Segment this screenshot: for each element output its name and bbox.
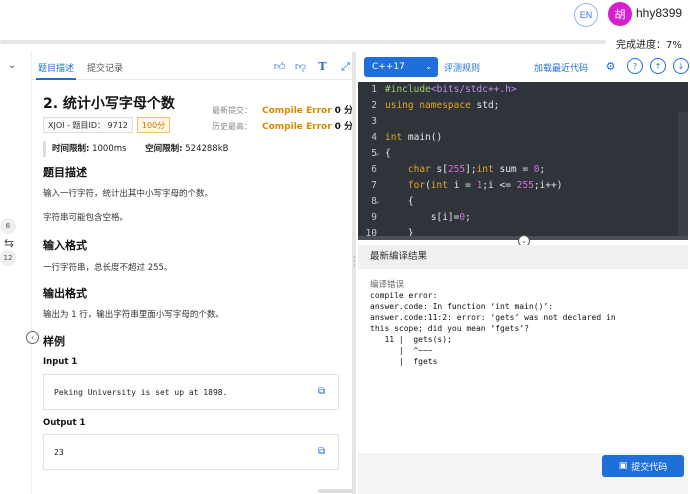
top-bar: EN 胡 hhy8399: [0, 0, 690, 30]
submit-button[interactable]: ▣ 提交代码: [602, 455, 684, 477]
input-1-label: Input 1: [43, 357, 78, 367]
description-text-2: 字符串可能包含空格。: [43, 213, 129, 223]
language-toggle-button[interactable]: EN: [574, 3, 598, 27]
code-line: 6 char s[255];int sum = 0;: [371, 164, 546, 175]
time-limit-label: 时间限制:: [52, 144, 90, 154]
rail-badge-1[interactable]: 6: [0, 218, 16, 234]
best-score: 0 分: [334, 122, 354, 132]
avatar[interactable]: 胡: [608, 2, 632, 26]
best-label: 历史最高：: [212, 122, 252, 131]
time-limit-value: 1000ms: [92, 144, 127, 154]
download-icon[interactable]: ↓: [673, 58, 689, 74]
progress-bar: [0, 40, 606, 44]
editor-panel: C++17 ⌄ 评测规则 加载最近代码 ⚙ ? ↑ ↓ 1 #include<b…: [356, 52, 690, 494]
fold-icon[interactable]: ⌄: [375, 196, 380, 205]
tag-row: XJOI - 题目ID： 9712 100分: [43, 117, 171, 133]
code-line: 9 s[i]=0;: [371, 212, 471, 223]
thumbs-down-icon[interactable]: 👎︎: [294, 60, 307, 73]
thumbs-up-icon[interactable]: 👍︎: [273, 60, 286, 73]
output-1-value: 23: [54, 448, 64, 457]
eval-rules-link[interactable]: 评测规则: [444, 61, 480, 74]
chevron-down-icon: ⌄: [425, 62, 432, 71]
code-line: 4 int main(): [371, 132, 443, 143]
chevron-down-icon[interactable]: ⌄: [8, 60, 16, 71]
font-size-icon[interactable]: T: [316, 60, 329, 73]
recent-status[interactable]: Compile Error: [262, 106, 332, 116]
output-format-text: 输出为 1 行，输出字符串里面小写字母的个数。: [43, 310, 224, 320]
input-format-text: 一行字符串，总长度不超过 255。: [43, 263, 173, 273]
copy-icon[interactable]: ⧉: [318, 386, 328, 398]
copy-icon[interactable]: ⧉: [318, 446, 328, 458]
load-recent-code-link[interactable]: 加载最近代码: [534, 61, 588, 74]
code-line: 8 ⌄ {: [371, 196, 414, 207]
left-rail: ⌄ ⇆ 6 12: [0, 52, 32, 494]
fold-icon[interactable]: ⌄: [375, 148, 380, 157]
help-icon[interactable]: ?: [627, 58, 643, 74]
problem-panel: 题目描述 提交记录 👍︎ 👎︎ T ⤢ 2. 统计小写字母个数 XJOI - 题…: [32, 52, 353, 494]
page-title: 2. 统计小写字母个数: [43, 96, 175, 112]
input-1-value: Peking University is set up at 1898.: [54, 388, 228, 397]
code-scrollbar[interactable]: [678, 112, 688, 240]
code-line: 1 #include<bits/stdc++.h>: [371, 84, 517, 95]
input-format-heading: 输入格式: [43, 239, 87, 252]
best-submission: 历史最高： Compile Error 0 分: [212, 119, 353, 132]
score-tag: 100分: [136, 117, 171, 133]
memory-limit-value: 524288kB: [185, 144, 229, 154]
code-editor[interactable]: 1 #include<bits/stdc++.h> 2 using namesp…: [358, 82, 688, 240]
recent-submission: 最新提交： Compile Error 0 分: [212, 103, 353, 116]
language-select-value: C++17: [372, 62, 405, 72]
recent-label: 最新提交：: [212, 106, 252, 115]
description-text-1: 输入一行字符，统计出其中小写字母的个数。: [43, 189, 214, 199]
compile-result-body: 编译错误 compile error: answer.code: In func…: [358, 269, 688, 453]
progress-row: 完成进度：7%: [0, 33, 690, 53]
username[interactable]: hhy8399: [636, 6, 682, 20]
editor-footer: ▣ 提交代码: [358, 453, 688, 494]
problem-tabs: 题目描述 提交记录 👍︎ 👎︎ T ⤢: [32, 52, 352, 80]
recent-score: 0 分: [334, 106, 354, 116]
problem-id-tag: XJOI - 题目ID： 9712: [43, 117, 133, 133]
code-line: 2 using namespace std;: [371, 100, 500, 111]
output-1-label: Output 1: [43, 418, 86, 428]
input-1-box: Peking University is set up at 1898. ⧉: [43, 374, 339, 410]
compile-error-title: 编译错误: [370, 280, 405, 290]
active-tab-indicator: [36, 78, 76, 80]
editor-toolbar: C++17 ⌄ 评测规则 加载最近代码 ⚙ ? ↑ ↓: [356, 52, 690, 82]
chevron-left-icon[interactable]: ‹: [26, 331, 39, 344]
output-1-box: 23 ⧉: [43, 434, 339, 470]
tab-submissions[interactable]: 提交记录: [87, 61, 123, 74]
fullscreen-icon[interactable]: ⤢: [339, 60, 352, 73]
swap-icon[interactable]: ⇆: [4, 236, 14, 250]
code-line: 5 ⌄ {: [371, 148, 391, 159]
compile-error-text: compile error: answer.code: In function …: [370, 291, 616, 366]
submit-label: 提交代码: [631, 462, 668, 473]
description-heading: 题目描述: [43, 166, 87, 179]
limits-box: 时间限制: 1000ms 空间限制: 524288kB: [43, 141, 243, 157]
output-format-heading: 输出格式: [43, 287, 87, 300]
tab-description[interactable]: 题目描述: [38, 61, 74, 74]
compile-result-header: 最新编译结果: [358, 245, 688, 269]
best-status[interactable]: Compile Error: [262, 122, 332, 132]
code-settings-icon[interactable]: ⚙: [604, 60, 617, 73]
sample-heading: 样例: [43, 335, 65, 348]
upload-icon[interactable]: ↑: [650, 58, 666, 74]
rail-badge-2[interactable]: 12: [0, 250, 16, 266]
submit-icon: ▣: [618, 461, 628, 471]
memory-limit-label: 空间限制:: [145, 144, 183, 154]
language-select[interactable]: C++17 ⌄: [364, 57, 438, 77]
code-line: 7 for(int i = 1;i <= 255;i++): [371, 180, 563, 191]
code-line: 3: [371, 116, 377, 127]
progress-label: 完成进度：7%: [616, 40, 682, 51]
